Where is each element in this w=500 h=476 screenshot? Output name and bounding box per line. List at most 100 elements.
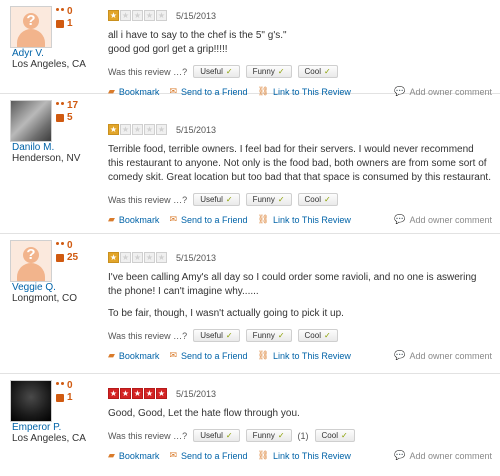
add-owner-comment-link[interactable]: 💬 Add owner comment — [394, 350, 492, 361]
funny-button[interactable]: Funny ✓ — [245, 329, 292, 342]
reviewer-stats: 0 1 — [56, 380, 73, 404]
useful-button[interactable]: Useful ✓ — [193, 193, 240, 206]
send-to-friend-link[interactable]: ✉ Send to a Friend — [169, 214, 247, 225]
review-paragraph: Terrible food, terrible owners. I feel b… — [108, 144, 491, 183]
review-content: ★ ★ ★ ★ ★ 5/15/2013 Good, Good, Let the hate… — [108, 388, 492, 461]
review-date: 5/15/2013 — [176, 10, 217, 21]
check-icon: ✓ — [323, 67, 331, 76]
friends-icon — [56, 8, 64, 16]
reviewer-stats: 17 5 — [56, 100, 78, 124]
funny-button[interactable]: Funny ✓ — [245, 429, 292, 442]
vote-row: Was this review …? Useful ✓ Funny ✓ Cool ✓ — [108, 329, 492, 342]
envelope-icon: ✉ — [169, 214, 177, 224]
funny-label: Funny — [252, 67, 275, 76]
chain-link-icon: ⛓ — [257, 214, 269, 224]
avatar[interactable]: ? — [10, 240, 52, 282]
vote-prompt: Was this review …? — [108, 330, 188, 341]
send-label: Send to a Friend — [180, 350, 248, 361]
envelope-icon: ✉ — [169, 450, 177, 460]
avatar[interactable]: ? — [10, 6, 52, 48]
avatar[interactable] — [10, 100, 52, 142]
review-paragraph: Good, Good, Let the hate flow through yo… — [108, 408, 300, 419]
check-icon: ✓ — [323, 195, 331, 204]
review-item: 17 5 Danilo M. Henderson, NV ★ ★ ★ ★ ★ 5/15/… — [0, 94, 500, 234]
add-owner-comment-link[interactable]: 💬 Add owner comment — [394, 450, 492, 461]
star-icon: ★ — [144, 124, 155, 135]
bookmark-link[interactable]: ▰ Bookmark — [108, 350, 159, 361]
add-owner-comment-link[interactable]: 💬 Add owner comment — [394, 214, 492, 225]
star-icon: ★ — [156, 388, 167, 399]
review-content: ★ ★ ★ ★ ★ 5/15/2013 Terrible food, terrible … — [108, 124, 492, 225]
cool-button[interactable]: Cool ✓ — [297, 193, 338, 206]
reviewer-name[interactable]: Danilo M. — [12, 142, 54, 153]
cool-button[interactable]: Cool ✓ — [297, 65, 338, 78]
review-actions: ▰ Bookmark ✉ Send to a Friend ⛓ Link to Thi… — [108, 214, 492, 225]
star-icon: ★ — [132, 388, 143, 399]
reviewer-name[interactable]: Emperor P. — [12, 422, 61, 433]
owner-label: Add owner comment — [409, 450, 492, 461]
link-to-review[interactable]: ⛓ Link to This Review — [258, 450, 351, 461]
reviewer-location: Los Angeles, CA — [12, 433, 86, 444]
owner-label: Add owner comment — [409, 214, 492, 225]
send-to-friend-link[interactable]: ✉ Send to a Friend — [169, 350, 247, 361]
cool-label: Cool — [304, 67, 321, 76]
review-paragraph: I've been calling Amy's all day so I cou… — [108, 272, 477, 297]
funny-label: Funny — [252, 331, 275, 340]
funny-button[interactable]: Funny ✓ — [245, 193, 292, 206]
useful-label: Useful — [200, 431, 223, 440]
cool-label: Cool — [304, 331, 321, 340]
reviews-icon — [56, 394, 64, 402]
reviews-icon — [56, 254, 64, 262]
funny-button[interactable]: Funny ✓ — [245, 65, 292, 78]
bookmark-label: Bookmark — [118, 350, 160, 361]
reviewer-info: ? 0 25 Veggie Q. Longmont, CO — [10, 240, 100, 304]
star-icon: ★ — [132, 124, 143, 135]
send-label: Send to a Friend — [180, 450, 248, 461]
review-count: 1 — [67, 392, 73, 403]
review-item: ? 0 25 Veggie Q. Longmont, CO ★ ★ ★ ★ ★ 5/15… — [0, 234, 500, 374]
reviewer-stats: 0 1 — [56, 6, 73, 30]
bookmark-link[interactable]: ▰ Bookmark — [108, 450, 159, 461]
useful-button[interactable]: Useful ✓ — [193, 329, 240, 342]
check-icon: ✓ — [277, 431, 285, 440]
send-to-friend-link[interactable]: ✉ Send to a Friend — [169, 450, 247, 461]
reviewer-name[interactable]: Veggie Q. — [12, 282, 56, 293]
star-icon: ★ — [156, 10, 167, 21]
useful-button[interactable]: Useful ✓ — [193, 429, 240, 442]
envelope-icon: ✉ — [169, 350, 177, 360]
check-icon: ✓ — [225, 331, 233, 340]
review-text: Terrible food, terrible owners. I feel b… — [108, 143, 492, 185]
reviewer-location: Los Angeles, CA — [12, 59, 86, 70]
link-to-review[interactable]: ⛓ Link to This Review — [258, 350, 351, 361]
bookmark-link[interactable]: ▰ Bookmark — [108, 214, 159, 225]
review-content: ★ ★ ★ ★ ★ 5/15/2013 all i have to say to the… — [108, 10, 492, 97]
star-rating: ★ ★ ★ ★ ★ 5/15/2013 — [108, 252, 492, 263]
star-icon: ★ — [120, 124, 131, 135]
send-label: Send to a Friend — [180, 214, 248, 225]
star-icon: ★ — [108, 252, 119, 263]
bookmark-icon: ▰ — [108, 214, 115, 224]
reviewer-name[interactable]: Adyr V. — [12, 48, 44, 59]
review-paragraph: To be fair, though, I wasn't actually go… — [108, 308, 344, 319]
avatar[interactable] — [10, 380, 52, 422]
check-icon: ✓ — [225, 195, 233, 204]
reviewer-location: Longmont, CO — [12, 293, 78, 304]
cool-button[interactable]: Cool ✓ — [314, 429, 355, 442]
review-count: 25 — [67, 252, 79, 263]
star-icon: ★ — [120, 10, 131, 21]
comment-icon: 💬 — [394, 350, 406, 360]
useful-label: Useful — [200, 331, 223, 340]
check-icon: ✓ — [277, 195, 285, 204]
cool-button[interactable]: Cool ✓ — [297, 329, 338, 342]
reviewer-info: ? 0 1 Adyr V. Los Angeles, CA — [10, 6, 100, 70]
vote-prompt: Was this review …? — [108, 430, 188, 441]
link-to-review[interactable]: ⛓ Link to This Review — [258, 214, 351, 225]
bookmark-icon: ▰ — [108, 350, 115, 360]
vote-row: Was this review …? Useful ✓ Funny ✓ (1) Co… — [108, 429, 492, 442]
star-icon: ★ — [144, 388, 155, 399]
star-icon: ★ — [132, 10, 143, 21]
check-icon: ✓ — [277, 67, 285, 76]
useful-button[interactable]: Useful ✓ — [193, 65, 240, 78]
star-rating: ★ ★ ★ ★ ★ 5/15/2013 — [108, 388, 492, 399]
review-item: 0 1 Emperor P. Los Angeles, CA ★ ★ ★ ★ ★ 5/1… — [0, 374, 500, 476]
